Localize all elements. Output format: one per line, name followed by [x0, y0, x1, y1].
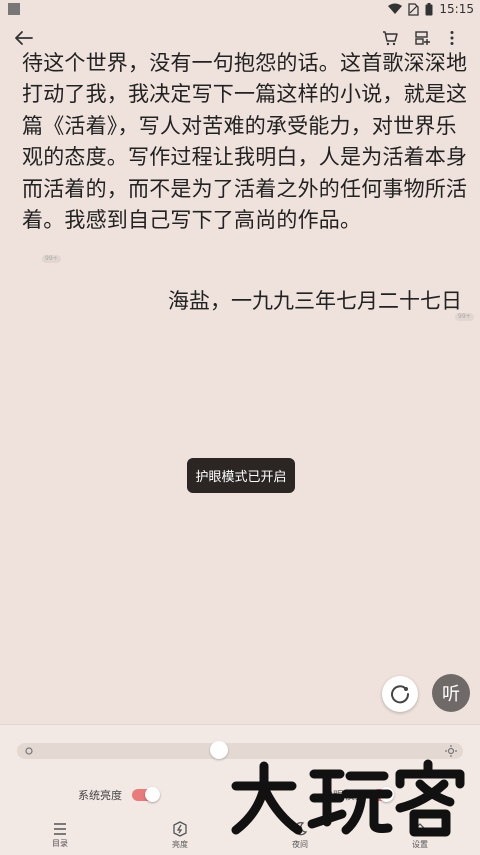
- nav-brightness-label: 亮度: [172, 839, 188, 849]
- reading-content: 待这个世界，没有一句抱怨的话。这首歌深深地打动了我，我决定写下一篇这样的小说，就…: [22, 48, 468, 236]
- status-right: 15:15: [388, 1, 474, 17]
- cart-icon: [383, 31, 398, 46]
- system-brightness-label: 系统亮度: [78, 789, 122, 802]
- brightness-icon: [173, 820, 187, 837]
- refresh-button[interactable]: [382, 676, 418, 712]
- nav-settings-label: 设置: [412, 839, 428, 849]
- chapter-paragraph: 待这个世界，没有一句抱怨的话。这首歌深深地打动了我，我决定写下一篇这样的小说，就…: [22, 51, 468, 233]
- back-arrow-icon: [15, 31, 33, 45]
- list-icon: [54, 822, 66, 835]
- system-brightness-toggle[interactable]: [132, 787, 160, 802]
- brightness-slider[interactable]: [17, 741, 463, 759]
- notification-icon: [8, 3, 20, 15]
- refresh-icon: [391, 685, 410, 704]
- comment-count-badge[interactable]: 99+: [42, 255, 61, 263]
- more-vertical-icon: [450, 31, 454, 45]
- status-time: 15:15: [439, 2, 474, 16]
- nav-contents[interactable]: 目录: [0, 815, 120, 855]
- comment-count-badge-2[interactable]: 99+: [455, 313, 474, 321]
- brightness-slider-thumb[interactable]: [210, 741, 228, 759]
- battery-icon: [425, 2, 433, 15]
- status-bar: 15:15: [0, 0, 480, 18]
- watermark-logo: [228, 758, 473, 838]
- toast-message: 护眼模式已开启: [187, 458, 295, 493]
- brightness-high-icon: [445, 745, 457, 757]
- nav-contents-label: 目录: [52, 838, 68, 848]
- nav-night-label: 夜间: [292, 839, 308, 849]
- wifi-icon: [388, 3, 403, 14]
- brightness-low-icon: [25, 747, 33, 755]
- watermark-logo-graphic: [231, 759, 465, 837]
- system-brightness-row: 系统亮度: [78, 787, 160, 803]
- no-sim-icon: [408, 2, 420, 16]
- listen-button[interactable]: 听: [432, 674, 470, 712]
- nav-brightness[interactable]: 亮度: [120, 815, 240, 855]
- bookmark-add-icon: [415, 31, 430, 45]
- signoff-date: 海盐，一九九三年七月二十七日: [168, 289, 462, 313]
